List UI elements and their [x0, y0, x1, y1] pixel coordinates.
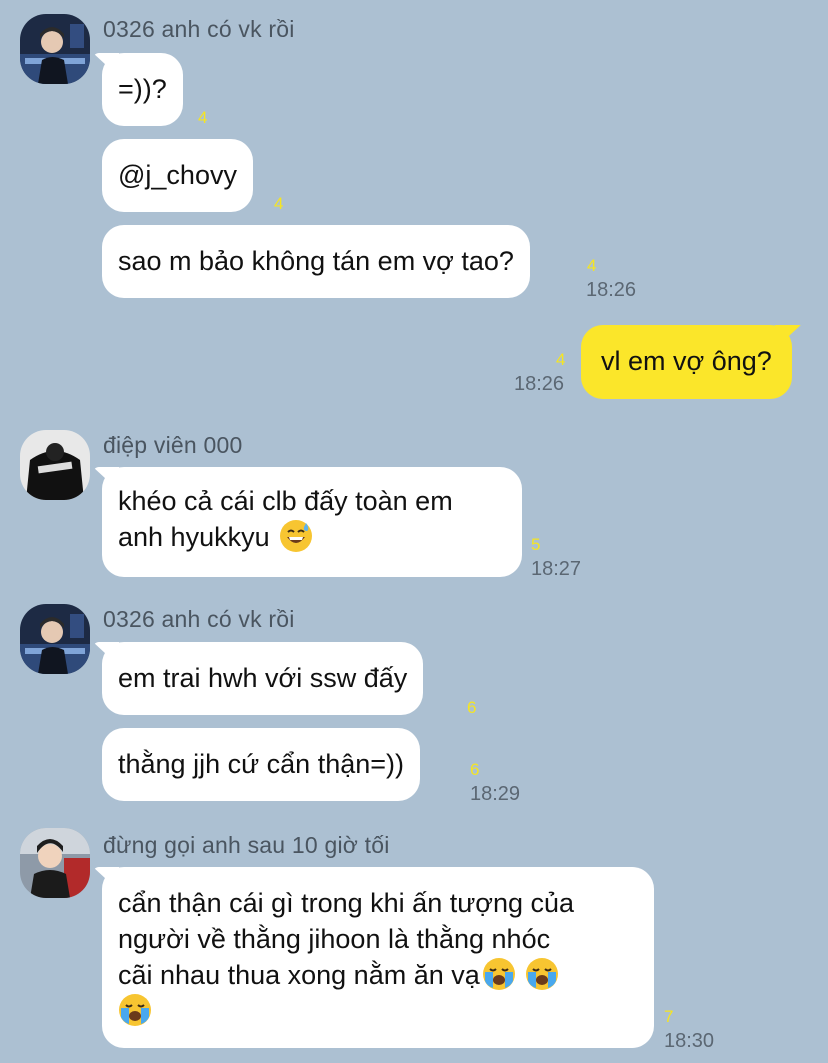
timestamp: 18:30 [664, 1030, 715, 1052]
timestamp: 18:29 [470, 783, 521, 805]
timestamp: 18:26 [514, 373, 565, 395]
message-bubble[interactable]: sao m bảo không tán em vợ tao? [102, 225, 530, 298]
message-text-line: khéo cả cái clb đấy toàn em [118, 486, 453, 516]
avatar-icon [20, 430, 90, 500]
unread-count: 4 [198, 108, 208, 127]
message-bubble[interactable]: thằng jjh cứ cẩn thận=)) [102, 728, 420, 801]
unread-count: 6 [467, 698, 477, 717]
avatar-icon [20, 14, 90, 84]
sender-name: đừng gọi anh sau 10 giờ tối [103, 832, 390, 858]
message-bubble[interactable]: khéo cả cái clb đấy toàn em anh hyukkyu [102, 467, 522, 577]
loudly-crying-emoji-icon [482, 957, 516, 991]
avatar[interactable] [20, 828, 90, 898]
message-bubble[interactable]: cẩn thận cái gì trong khi ấn tượng của n… [102, 867, 654, 1048]
loudly-crying-emoji-icon [525, 957, 559, 991]
unread-count: 7 [664, 1007, 674, 1026]
message-text: em trai hwh với ssw đấy [118, 663, 408, 693]
message-bubble[interactable]: em trai hwh với ssw đấy [102, 642, 424, 715]
message-text: sao m bảo không tán em vợ tao? [118, 246, 514, 276]
message-text-line: cãi nhau thua xong nằm ăn vạ [118, 960, 480, 990]
message-text-line: người về thằng jihoon là thằng nhóc [118, 924, 551, 954]
message-bubble[interactable]: =))? [102, 53, 183, 126]
message-text-line: anh hyukkyu [118, 522, 270, 552]
message-text-line: cẩn thận cái gì trong khi ấn tượng của [118, 888, 575, 918]
sender-name: điệp viên 000 [103, 432, 243, 458]
unread-count: 4 [556, 350, 566, 369]
message-text: vl em vợ ông? [601, 346, 772, 376]
message-bubble[interactable]: @j_chovy [102, 139, 253, 212]
message-text: =))? [118, 74, 167, 104]
avatar[interactable] [20, 14, 90, 84]
loudly-crying-emoji-icon [118, 993, 152, 1027]
unread-count: 4 [587, 256, 597, 275]
message-text: @j_chovy [118, 160, 237, 190]
unread-count: 4 [274, 194, 284, 213]
my-message-bubble[interactable]: vl em vợ ông? [581, 325, 792, 399]
timestamp: 18:27 [531, 558, 582, 580]
sender-name: 0326 anh có vk rồi [103, 16, 295, 42]
sender-name: 0326 anh có vk rồi [103, 606, 295, 632]
timestamp: 18:26 [586, 279, 637, 301]
message-text: thằng jjh cứ cẩn thận=)) [118, 749, 404, 779]
unread-count: 6 [470, 760, 480, 779]
unread-count: 5 [531, 535, 541, 554]
avatar[interactable] [20, 430, 90, 500]
sweat-smile-emoji-icon [279, 519, 313, 553]
avatar[interactable] [20, 604, 90, 674]
avatar-icon [20, 604, 90, 674]
avatar-icon [20, 828, 90, 898]
